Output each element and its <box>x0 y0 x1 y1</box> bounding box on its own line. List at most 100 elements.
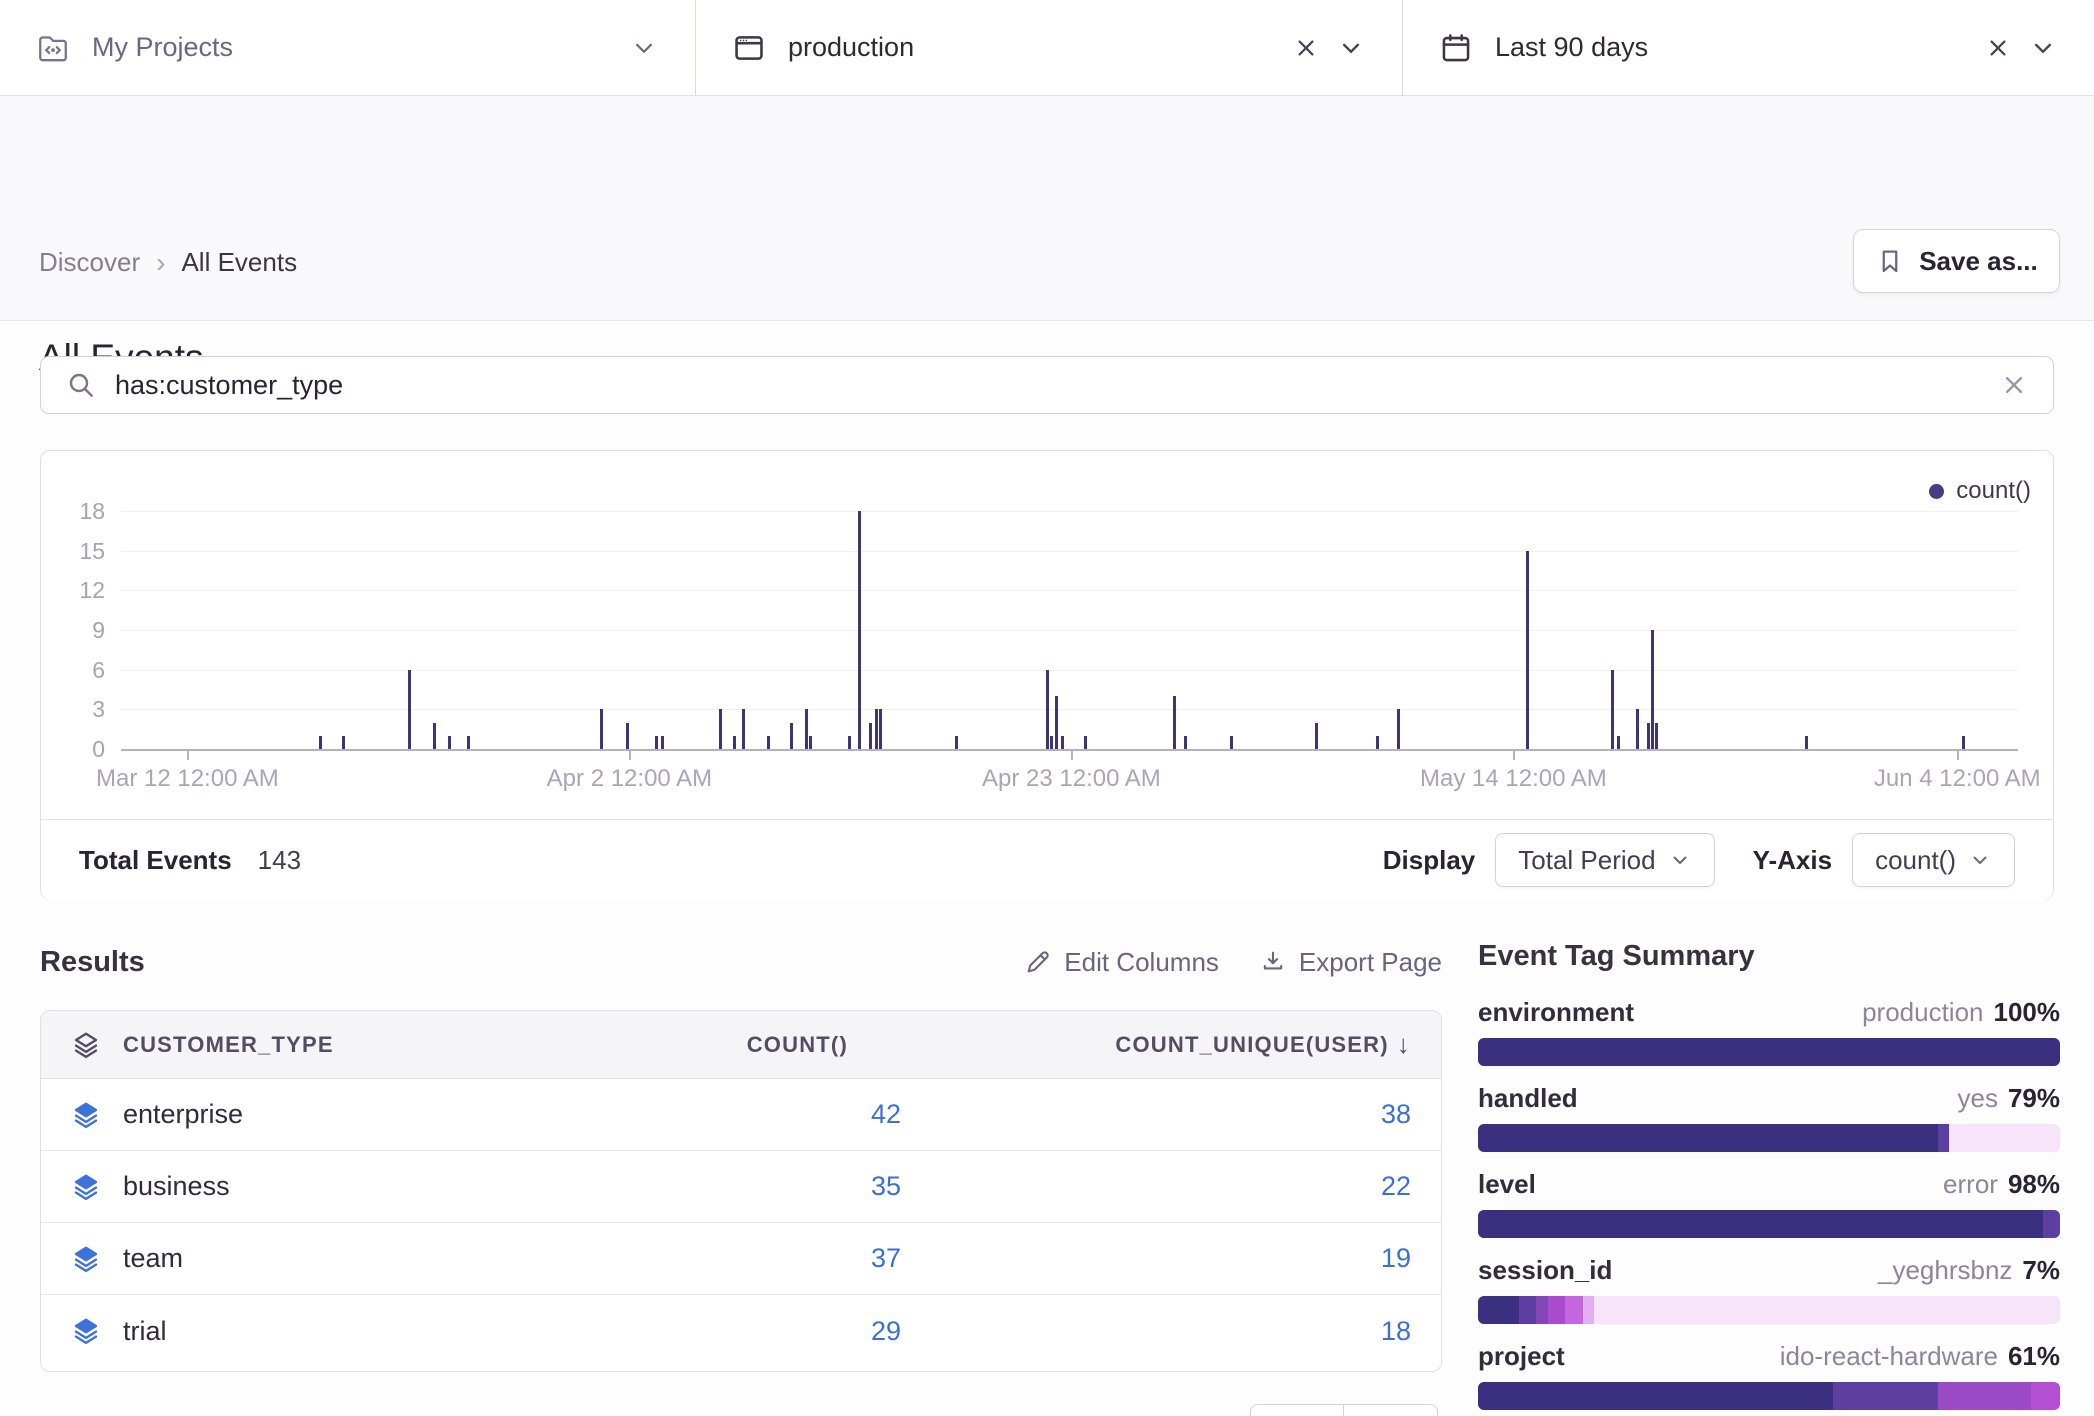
save-as-button[interactable]: Save as... <box>1853 229 2060 293</box>
x-axis-tick <box>1513 751 1515 760</box>
x-axis-tick-label: Jun 4 12:00 AM <box>1797 765 2094 793</box>
chart-bar <box>1315 723 1318 749</box>
table-body: enterprise4238business3522team3719trial2… <box>41 1079 1441 1367</box>
count-unique-cell: 38 <box>901 1099 1441 1130</box>
x-axis-tick <box>1957 751 1959 760</box>
chart-bar <box>733 736 736 749</box>
count-cell: 42 <box>571 1099 901 1130</box>
chart-bar <box>319 736 322 749</box>
table-row: team 37 19 <box>41 1223 1441 1295</box>
display-dropdown[interactable]: Total Period <box>1495 833 1714 887</box>
y-axis-tick-label: 9 <box>47 617 105 644</box>
events-chart[interactable]: 0369121518Mar 12 12:00 AMApr 2 12:00 AMA… <box>41 451 2055 801</box>
tag-distribution-bar[interactable] <box>1478 1124 2060 1152</box>
tag-percent: 7% <box>2022 1255 2060 1286</box>
customer-type-value: business <box>123 1171 230 1202</box>
environment-filter-dropdown[interactable]: production <box>696 0 1402 95</box>
tag-bar-segment <box>1478 1124 1938 1152</box>
tag-name: session_id <box>1478 1255 1612 1286</box>
project-filter-dropdown[interactable]: My Projects <box>0 0 695 95</box>
search-bar[interactable]: has:customer_type <box>40 356 2054 414</box>
y-axis-tick-label: 12 <box>47 577 105 604</box>
breadcrumb-discover-link[interactable]: Discover <box>39 247 140 278</box>
tag-distribution-bar[interactable] <box>1478 1296 2060 1324</box>
count-link[interactable]: 35 <box>871 1171 901 1201</box>
tag-distribution-bar[interactable] <box>1478 1210 2060 1238</box>
y-axis-dropdown[interactable]: count() <box>1852 833 2015 887</box>
chart-bar <box>467 736 470 749</box>
project-filter-label: My Projects <box>92 32 233 63</box>
search-icon <box>65 369 97 401</box>
tag-top-value: ido-react-hardware <box>1780 1341 1998 1372</box>
tag-distribution-bar[interactable] <box>1478 1382 2060 1410</box>
results-header-row: Results Edit Columns Export Page <box>40 938 1442 986</box>
breadcrumb-current: All Events <box>181 247 297 278</box>
window-icon <box>732 31 766 65</box>
tag-bar-segment <box>1949 1124 2060 1152</box>
tag-name: handled <box>1478 1083 1578 1114</box>
count-link[interactable]: 37 <box>871 1243 901 1273</box>
search-clear-icon[interactable] <box>1999 370 2029 400</box>
customer-type-value: trial <box>123 1316 167 1347</box>
environment-filter-label: production <box>788 32 914 63</box>
tag-bar-segment <box>1594 1296 2060 1324</box>
tag-bar-segment <box>2043 1210 2060 1238</box>
breadcrumb-separator-icon: › <box>156 250 165 276</box>
chart-bar <box>661 736 664 749</box>
tag-top-value: production <box>1862 997 1983 1028</box>
edit-columns-button[interactable]: Edit Columns <box>1024 947 1219 978</box>
tag-percent: 98% <box>2008 1169 2060 1200</box>
chart-bar <box>879 709 882 749</box>
count-cell: 37 <box>571 1243 901 1274</box>
customer-type-cell: trial <box>41 1316 571 1347</box>
chart-bar <box>1636 709 1639 749</box>
count-link[interactable]: 29 <box>871 1316 901 1346</box>
download-icon <box>1259 948 1287 976</box>
count-unique-link[interactable]: 19 <box>1381 1243 1411 1273</box>
export-page-button[interactable]: Export Page <box>1259 947 1442 978</box>
tag-bar-segment <box>1478 1382 1833 1410</box>
count-unique-link[interactable]: 18 <box>1381 1316 1411 1346</box>
chart-bar <box>1617 736 1620 749</box>
date-range-filter-dropdown[interactable]: Last 90 days <box>1403 0 2094 95</box>
chart-bar <box>342 736 345 749</box>
gridline <box>121 551 2018 552</box>
count-link[interactable]: 42 <box>871 1099 901 1129</box>
search-input[interactable]: has:customer_type <box>115 370 1981 401</box>
tag-entry: levelerror98% <box>1478 1169 2060 1238</box>
chart-bar <box>1050 736 1053 749</box>
column-header-customer-type[interactable]: CUSTOMER_TYPE <box>41 1030 571 1060</box>
count-unique-cell: 19 <box>901 1243 1441 1274</box>
tag-distribution-bar[interactable] <box>1478 1038 2060 1066</box>
gridline <box>121 630 2018 631</box>
y-axis-tick-label: 0 <box>47 736 105 763</box>
pagination-next-button[interactable]: › <box>1344 1404 1438 1416</box>
customer-type-cell: team <box>41 1243 571 1274</box>
page-header: Discover › All Events All Events Save as… <box>0 97 2094 321</box>
chevron-down-icon <box>1336 33 1366 63</box>
clear-date-range-icon[interactable] <box>1984 34 2012 62</box>
clear-environment-icon[interactable] <box>1292 34 1320 62</box>
chart-bar <box>1046 670 1049 749</box>
chart-bar <box>655 736 658 749</box>
column-header-count[interactable]: COUNT() <box>571 1032 901 1058</box>
stack-icon <box>71 1244 101 1274</box>
gridline <box>121 590 2018 591</box>
column-header-count-unique[interactable]: COUNT_UNIQUE(USER) ↓ <box>901 1029 1441 1060</box>
pagination-prev-button[interactable]: ‹ <box>1250 1404 1344 1416</box>
count-unique-link[interactable]: 22 <box>1381 1171 1411 1201</box>
bookmark-icon <box>1875 246 1905 276</box>
count-unique-link[interactable]: 38 <box>1381 1099 1411 1129</box>
tag-bar-segment <box>1478 1296 1519 1324</box>
chart-bar <box>1084 736 1087 749</box>
count-unique-cell: 22 <box>901 1171 1441 1202</box>
pagination: ‹ › <box>1250 1404 1438 1416</box>
tag-top-value: yes <box>1957 1083 1997 1114</box>
tag-name: environment <box>1478 997 1634 1028</box>
tag-entry: session_id_yeghrsbnz7% <box>1478 1255 2060 1324</box>
page-filter-bar: My Projects production <box>0 0 2094 96</box>
chart-bar <box>719 709 722 749</box>
count-cell: 29 <box>571 1316 901 1347</box>
chart-bar <box>1655 723 1658 749</box>
chart-bar <box>1611 670 1614 749</box>
